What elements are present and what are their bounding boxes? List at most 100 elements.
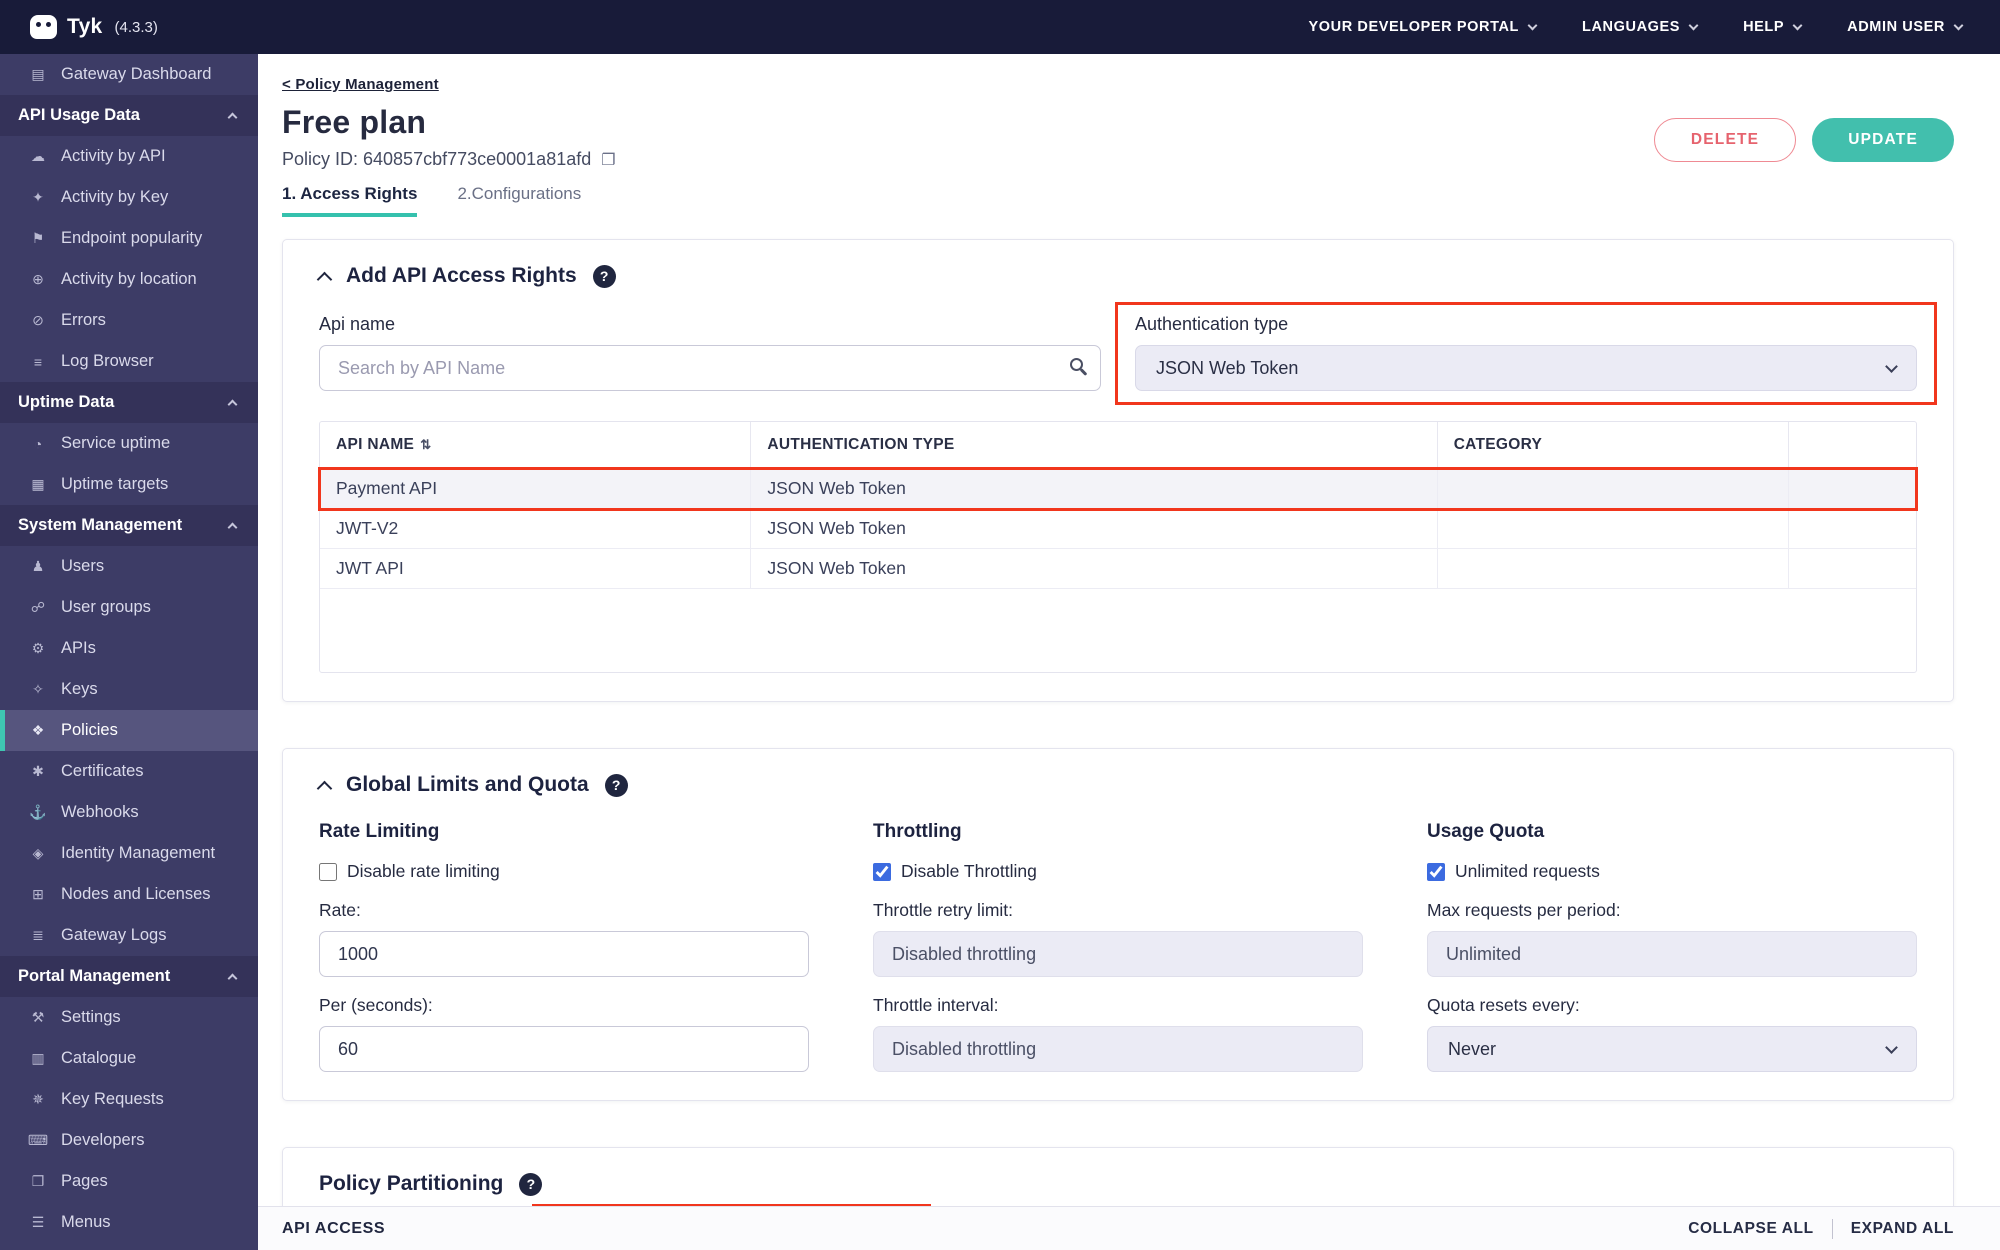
auth-type-select[interactable]: JSON Web Token [1135, 345, 1917, 391]
sidebar-section-label: System Management [18, 516, 183, 534]
wrench-icon: ⚒ [31, 1009, 45, 1025]
rate-input[interactable] [319, 931, 809, 977]
languages-menu-label: LANGUAGES [1582, 19, 1681, 35]
usage-quota-title: Usage Quota [1427, 821, 1545, 842]
tab-configurations[interactable]: 2.Configurations [457, 184, 581, 217]
table-row-payment-api[interactable]: Payment API JSON Web Token [318, 466, 1918, 511]
sidebar-item-uptime-targets[interactable]: ▦ Uptime targets [0, 464, 258, 505]
cell-auth-type: JSON Web Token [750, 508, 1438, 549]
languages-menu[interactable]: LANGUAGES [1582, 19, 1699, 35]
sidebar-item-label: User groups [61, 598, 151, 616]
sidebar-item-identity-management[interactable]: ◈ Identity Management [0, 833, 258, 874]
limits-card: Global Limits and Quota ? Rate Limiting … [282, 748, 1954, 1101]
logs-icon: ≣ [32, 927, 44, 943]
sidebar-item-developers[interactable]: ⌨ Developers [0, 1120, 258, 1161]
table-row-jwt-v2[interactable]: JWT-V2 JSON Web Token [320, 508, 1916, 549]
collapse-icon[interactable] [316, 780, 333, 796]
unlimited-requests-checkbox[interactable] [1427, 862, 1445, 881]
copy-icon[interactable]: ❐ [601, 150, 615, 170]
developer-portal-menu-label: YOUR DEVELOPER PORTAL [1308, 19, 1520, 35]
sidebar-section-uptime-data[interactable]: Uptime Data [0, 382, 258, 423]
admin-user-menu[interactable]: ADMIN USER [1847, 19, 1964, 35]
partitioning-title: Policy Partitioning [319, 1172, 504, 1195]
disable-throttling-checkbox[interactable] [873, 862, 891, 881]
sidebar-section-portal-management[interactable]: Portal Management [0, 956, 258, 997]
sidebar-item-keys[interactable]: ✧ Keys [0, 669, 258, 710]
sort-icon[interactable]: ⇅ [420, 437, 431, 452]
rate-limiting-title: Rate Limiting [319, 821, 440, 842]
sidebar-item-errors[interactable]: ⊘ Errors [0, 300, 258, 341]
sidebar-item-activity-by-key[interactable]: ✦ Activity by Key [0, 177, 258, 218]
sidebar-item-endpoint-popularity[interactable]: ⚑ Endpoint popularity [0, 218, 258, 259]
throttling-column: Throttling Disable Throttling Throttle r… [873, 821, 1363, 1072]
sidebar-item-nodes-and-licenses[interactable]: ⊞ Nodes and Licenses [0, 874, 258, 915]
chevron-down-icon [1688, 20, 1699, 31]
topbar-menus: YOUR DEVELOPER PORTAL LANGUAGES HELP ADM… [1308, 19, 1964, 35]
tyk-logo[interactable]: Tyk (4.3.3) [30, 15, 158, 39]
tyk-logo-icon [30, 15, 57, 39]
uptime-icon: ◔ [33, 435, 43, 452]
globe-icon: ⊕ [32, 271, 44, 287]
sidebar-item-activity-by-api[interactable]: ☁ Activity by API [0, 136, 258, 177]
sidebar-item-gateway-logs[interactable]: ≣ Gateway Logs [0, 915, 258, 956]
sidebar-item-activity-by-location[interactable]: ⊕ Activity by location [0, 259, 258, 300]
sidebar-item-policies[interactable]: ❖ Policies [0, 710, 258, 751]
webhook-icon: ⚓ [29, 804, 47, 820]
sidebar-item-catalogue[interactable]: ▥ Catalogue [0, 1038, 258, 1079]
version-label: (4.3.3) [114, 18, 158, 36]
tab-access-rights[interactable]: 1. Access Rights [282, 184, 418, 217]
sidebar-item-gateway-dashboard[interactable]: ▤ Gateway Dashboard [0, 54, 258, 95]
quota-resets-value: Never [1448, 1038, 1497, 1059]
sidebar-item-apis[interactable]: ⚙ APIs [0, 628, 258, 669]
update-button[interactable]: UPDATE [1812, 118, 1954, 162]
sidebar-section-api-usage-data[interactable]: API Usage Data [0, 95, 258, 136]
collapse-all-button[interactable]: COLLAPSE ALL [1688, 1220, 1813, 1238]
sidebar-item-pages[interactable]: ❐ Pages [0, 1161, 258, 1202]
help-menu[interactable]: HELP [1743, 19, 1803, 35]
sidebar-item-log-browser[interactable]: ≡ Log Browser [0, 341, 258, 382]
breadcrumb[interactable]: < Policy Management [282, 76, 439, 93]
sidebar-item-certificates[interactable]: ✱ Certificates [0, 751, 258, 792]
expand-all-button[interactable]: EXPAND ALL [1851, 1220, 1954, 1238]
sidebar-section-system-management[interactable]: System Management [0, 505, 258, 546]
gear-icon: ⚙ [31, 640, 45, 656]
throttle-retry-limit-input[interactable] [873, 931, 1363, 977]
access-rights-title: Add API Access Rights [346, 264, 577, 287]
throttle-interval-input[interactable] [873, 1026, 1363, 1072]
help-icon[interactable]: ? [592, 264, 616, 288]
per-seconds-input[interactable] [319, 1026, 809, 1072]
collapse-icon[interactable] [316, 271, 333, 287]
cell-category [1437, 508, 1789, 549]
api-access-section-label: API ACCESS [282, 1219, 386, 1237]
sidebar-item-settings[interactable]: ⚒ Settings [0, 997, 258, 1038]
sidebar-item-label: Activity by Key [61, 188, 169, 206]
sidebar-item-label: Activity by location [61, 270, 197, 288]
col-header-api-name[interactable]: API NAME ⇅ [320, 422, 752, 469]
tyk-logo-text: Tyk [67, 15, 103, 38]
sidebar-item-label: Service uptime [61, 434, 171, 452]
help-icon[interactable]: ? [604, 773, 628, 797]
tabs: 1. Access Rights 2.Configurations [282, 184, 1954, 217]
policy-id: Policy ID: 640857cbf773ce0001a81afd [282, 149, 592, 169]
sidebar-item-user-groups[interactable]: ☍ User groups [0, 587, 258, 628]
sidebar-item-key-requests[interactable]: ✵ Key Requests [0, 1079, 258, 1120]
max-requests-input[interactable] [1427, 931, 1917, 977]
sidebar-item-label: Pages [61, 1172, 108, 1190]
sidebar-item-webhooks[interactable]: ⚓ Webhooks [0, 792, 258, 833]
sidebar-item-label: Menus [61, 1213, 111, 1231]
delete-button[interactable]: DELETE [1653, 118, 1797, 162]
api-table: API NAME ⇅ AUTHENTICATION TYPE CATEGORY P… [318, 422, 1918, 589]
developer-portal-menu[interactable]: YOUR DEVELOPER PORTAL [1308, 19, 1538, 35]
disable-rate-limiting-checkbox[interactable] [319, 862, 337, 881]
auth-type-label: Authentication type [1135, 314, 1289, 334]
sidebar-item-menus[interactable]: ☰ Menus [0, 1202, 258, 1243]
sidebar-item-users[interactable]: ♟ Users [0, 546, 258, 587]
api-search-input[interactable] [319, 345, 1101, 391]
help-icon[interactable]: ? [519, 1172, 543, 1196]
table-row-jwt-api[interactable]: JWT API JSON Web Token [320, 548, 1916, 589]
quota-resets-select[interactable]: Never [1427, 1026, 1917, 1072]
throttling-title: Throttling [873, 821, 962, 842]
chevron-up-icon [227, 399, 238, 410]
sidebar-item-service-uptime[interactable]: ◔ Service uptime [0, 423, 258, 464]
quota-resets-label: Quota resets every: [1427, 995, 1580, 1015]
